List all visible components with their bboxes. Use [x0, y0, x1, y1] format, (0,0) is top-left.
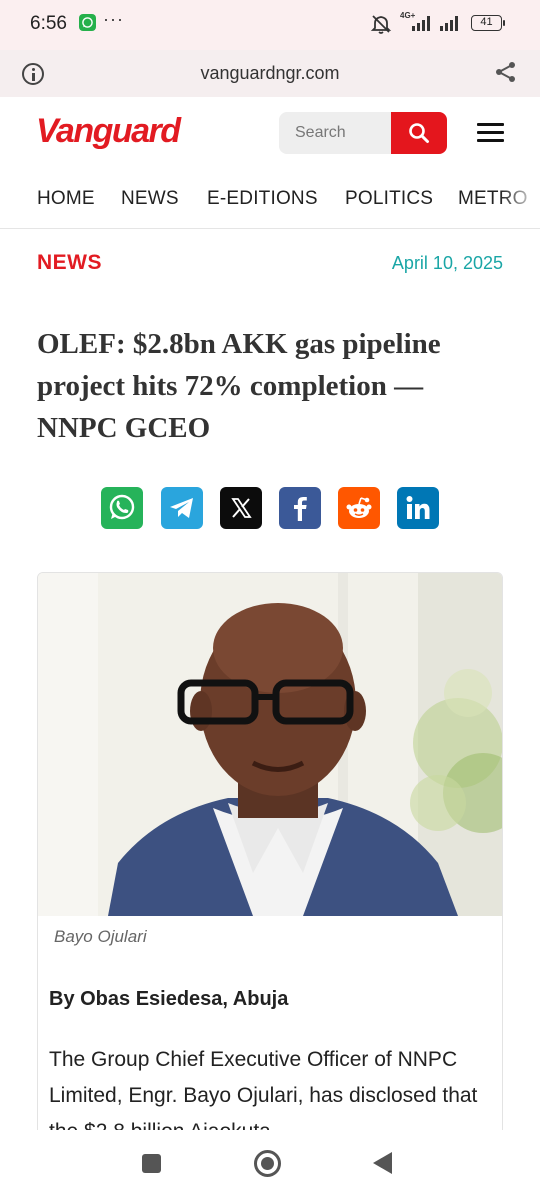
header-divider	[0, 228, 540, 229]
share-icon[interactable]	[495, 61, 517, 88]
article-byline: By Obas Esiedesa, Abuja	[49, 988, 289, 1010]
article-date: April 10, 2025	[391, 253, 503, 273]
nav-item-e-editions[interactable]: E-EDITIONS	[207, 188, 318, 210]
facebook-icon	[294, 497, 307, 521]
linkedin-icon	[406, 496, 430, 519]
whatsapp-notification-icon	[79, 14, 96, 31]
more-notifications-icon: ···	[103, 9, 124, 29]
search-input[interactable]	[279, 112, 391, 154]
recent-apps-icon[interactable]	[142, 1154, 161, 1173]
whatsapp-share-button[interactable]	[101, 487, 143, 529]
system-navigation-bar	[0, 1144, 540, 1199]
linkedin-share-button[interactable]	[397, 487, 439, 529]
search-button[interactable]	[391, 112, 447, 154]
content-clip	[0, 1130, 540, 1144]
signal-strength-icon-2	[440, 14, 464, 37]
reddit-icon	[346, 497, 372, 518]
battery-icon: 41	[471, 15, 505, 31]
whatsapp-icon	[109, 494, 135, 520]
status-bar: 6:56 ··· 4G+ 41	[0, 0, 540, 50]
image-caption: Bayo Ojulari	[54, 927, 147, 946]
menu-icon[interactable]	[477, 123, 504, 143]
facebook-share-button[interactable]	[279, 487, 321, 529]
article-headline: OLEF: $2.8bn AKK gas pipeline project hi…	[37, 328, 441, 444]
main-nav: HOME NEWS E-EDITIONS POLITICS METRO	[0, 174, 540, 226]
mute-icon	[370, 13, 392, 40]
x-icon	[231, 498, 252, 518]
nav-item-politics[interactable]: POLITICS	[345, 188, 433, 210]
article-category[interactable]: NEWS	[37, 251, 102, 275]
nav-scroll-fade	[500, 174, 540, 226]
telegram-icon	[170, 498, 193, 518]
site-logo[interactable]: Vanguard	[36, 112, 181, 151]
article-photo[interactable]	[38, 573, 502, 916]
status-time: 6:56	[30, 13, 67, 34]
signal-strength-icon	[412, 14, 434, 37]
reddit-share-button[interactable]	[338, 487, 380, 529]
back-icon[interactable]	[373, 1152, 392, 1174]
telegram-share-button[interactable]	[161, 487, 203, 529]
home-icon[interactable]	[254, 1150, 281, 1177]
search-icon	[409, 123, 429, 143]
x-share-button[interactable]	[220, 487, 262, 529]
url-text[interactable]: vanguardngr.com	[0, 63, 540, 84]
nav-item-home[interactable]: HOME	[37, 188, 95, 210]
nav-item-news[interactable]: NEWS	[121, 188, 179, 210]
browser-url-bar[interactable]: vanguardngr.com	[0, 50, 540, 97]
search-box	[279, 112, 391, 154]
